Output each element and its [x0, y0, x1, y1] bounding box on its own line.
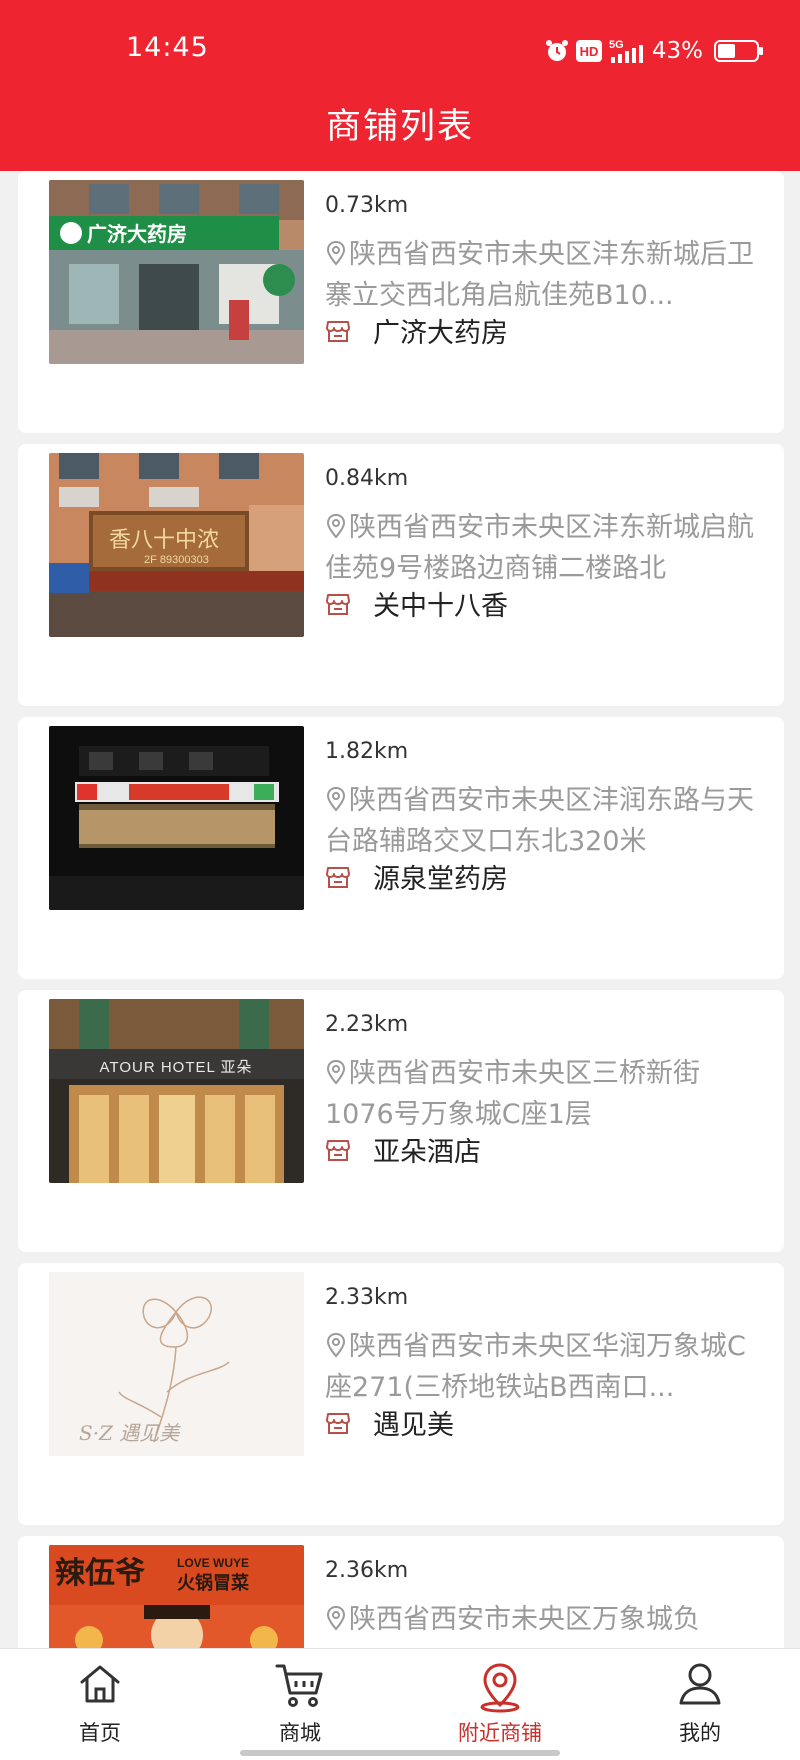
status-icons: HD 5G 43%	[545, 34, 764, 68]
tab-label: 附近商铺	[458, 1721, 542, 1745]
home-indicator[interactable]	[240, 1750, 560, 1756]
store-distance: 0.84km	[325, 466, 409, 491]
location-pin-icon	[326, 1332, 346, 1358]
store-name-row: 亚朵酒店	[325, 1130, 481, 1169]
store-photo	[49, 726, 304, 910]
store-address: 陕西省西安市未央区万象城负	[325, 1599, 755, 1640]
battery-icon	[714, 40, 763, 62]
location-icon	[480, 1663, 520, 1713]
svg-text:广济大药房: 广济大药房	[87, 222, 187, 246]
store-name: 关中十八香	[373, 591, 508, 622]
svg-text:火锅冒菜: 火锅冒菜	[177, 1572, 249, 1594]
page-title: 商铺列表	[325, 107, 474, 147]
store-address: 陕西省西安市未央区沣润东路与天台路辅路交叉口东北320米	[325, 785, 754, 857]
store-address: 陕西省西安市未央区沣东新城启航佳苑9号楼路边商铺二楼路北	[325, 512, 754, 584]
shop-icon	[326, 866, 350, 888]
store-card[interactable]: 辣伍爷 LOVE WUYE 火锅冒菜 2.36km 陕西省西安市未央区万象城负	[18, 1536, 784, 1648]
tab-label: 商城	[279, 1721, 321, 1745]
store-distance: 2.23km	[325, 1012, 409, 1037]
store-name: 亚朵酒店	[373, 1137, 481, 1168]
svg-text:香八十中浓: 香八十中浓	[109, 528, 219, 553]
svg-text:HD: HD	[579, 44, 598, 59]
store-distance: 2.33km	[325, 1285, 409, 1310]
svg-text:辣伍爷: 辣伍爷	[55, 1556, 145, 1591]
store-photo: 辣伍爷 LOVE WUYE 火锅冒菜	[49, 1545, 304, 1648]
location-pin-icon	[326, 1059, 346, 1085]
store-card[interactable]: 广济大药房 0.73km 陕西省西安市未央区沣东新城后卫寨立交西北角启航佳苑B1…	[18, 171, 784, 433]
store-name-row: 关中十八香	[325, 584, 508, 623]
store-name: 广济大药房	[373, 318, 508, 349]
status-bar: 14:45 HD 5G 43%	[0, 30, 800, 70]
tab-label: 我的	[679, 1721, 721, 1745]
cart-icon	[275, 1664, 323, 1707]
store-photo: 广济大药房	[49, 180, 304, 364]
store-card[interactable]: 1.82km 陕西省西安市未央区沣润东路与天台路辅路交叉口东北320米 源泉堂药…	[18, 717, 784, 979]
location-pin-icon	[326, 240, 346, 266]
store-list[interactable]: 广济大药房 0.73km 陕西省西安市未央区沣东新城后卫寨立交西北角启航佳苑B1…	[18, 171, 784, 1648]
store-name: 源泉堂药房	[373, 864, 508, 895]
location-pin-icon	[326, 1605, 346, 1631]
tab-me[interactable]: 我的	[600, 1649, 800, 1760]
status-time: 14:45	[126, 32, 209, 63]
tab-nearby-stores[interactable]: 附近商铺	[400, 1649, 600, 1760]
shop-icon	[326, 320, 350, 342]
user-icon	[679, 1663, 721, 1705]
store-distance: 2.36km	[325, 1558, 409, 1583]
tab-home[interactable]: 首页	[0, 1649, 200, 1760]
store-photo: ATOUR HOTEL 亚朵	[49, 999, 304, 1183]
store-distance: 0.73km	[325, 193, 409, 218]
store-distance: 1.82km	[325, 739, 409, 764]
store-name-row: 遇见美	[325, 1403, 454, 1442]
shop-icon	[326, 1412, 350, 1434]
store-card[interactable]: 香八十中浓 2F 89300303 0.84km 陕西省西安市未央区沣东新城启航…	[18, 444, 784, 706]
store-address: 陕西省西安市未央区沣东新城后卫寨立交西北角启航佳苑B10...	[325, 239, 754, 311]
store-address: 陕西省西安市未央区华润万象城C座271(三桥地铁站B西南口...	[325, 1331, 746, 1403]
home-icon	[80, 1665, 120, 1703]
tab-label: 首页	[79, 1721, 121, 1745]
store-photo: S·Z 遇见美	[49, 1272, 304, 1456]
store-card[interactable]: ATOUR HOTEL 亚朵 2.23km 陕西省西安市未央区三桥新街1076号…	[18, 990, 784, 1252]
store-name: 遇见美	[373, 1410, 454, 1441]
alarm-icon	[545, 40, 568, 61]
location-pin-icon	[326, 513, 346, 539]
hd-icon: HD	[575, 40, 602, 62]
tab-mall[interactable]: 商城	[200, 1649, 400, 1760]
svg-text:2F 89300303: 2F 89300303	[144, 554, 209, 566]
store-photo: 香八十中浓 2F 89300303	[49, 453, 304, 637]
shop-icon	[326, 1139, 350, 1161]
bottom-tab-bar: 首页 商城 附近商铺 我的	[0, 1648, 800, 1760]
store-address: 陕西省西安市未央区三桥新街1076号万象城C座1层	[325, 1058, 700, 1130]
location-pin-icon	[326, 786, 346, 812]
app-header: 14:45 HD 5G 43% 商铺列表	[0, 0, 800, 171]
store-card[interactable]: S·Z 遇见美 2.33km 陕西省西安市未央区华润万象城C座271(三桥地铁站…	[18, 1263, 784, 1525]
shop-icon	[326, 593, 350, 615]
svg-text:5G: 5G	[609, 39, 624, 51]
svg-text:S·Z 遇见美: S·Z 遇见美	[79, 1421, 181, 1445]
store-name-row: 广济大药房	[325, 311, 508, 350]
svg-text:LOVE WUYE: LOVE WUYE	[177, 1556, 249, 1570]
svg-text:ATOUR HOTEL 亚朵: ATOUR HOTEL 亚朵	[100, 1059, 253, 1076]
store-name-row: 源泉堂药房	[325, 857, 508, 896]
battery-percent: 43%	[651, 38, 703, 64]
signal-5g-icon: 5G	[609, 39, 643, 63]
